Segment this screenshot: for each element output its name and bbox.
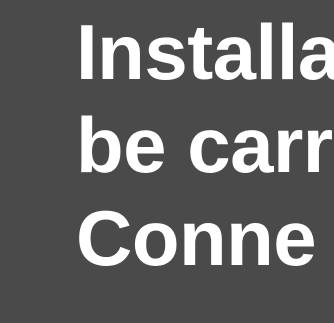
text-line-1: Installa	[76, 8, 334, 96]
text-line-2: be carr	[76, 101, 333, 189]
heading-text-block: Installa be carr Conne	[76, 6, 334, 285]
screen: Installa be carr Conne	[0, 0, 334, 323]
text-line-3: Conne	[76, 194, 317, 282]
